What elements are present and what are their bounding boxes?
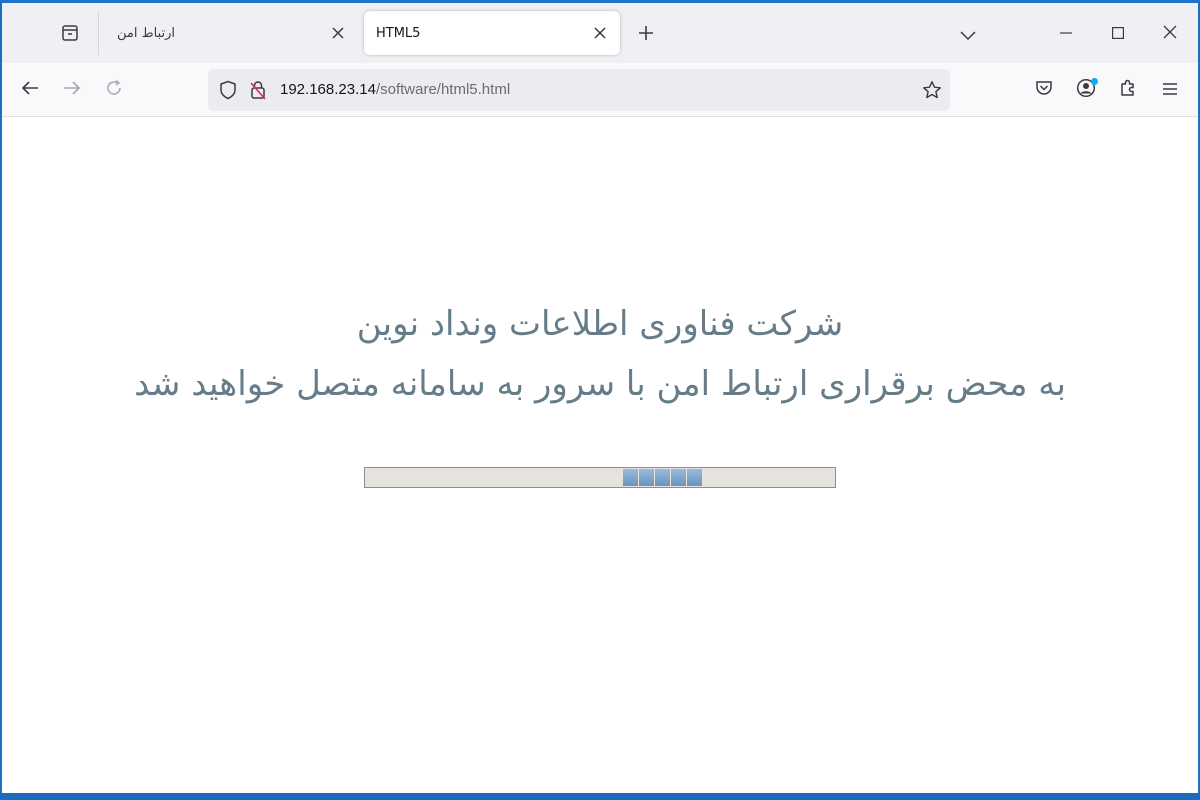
firefox-view-button[interactable] (54, 19, 86, 51)
reload-button[interactable] (98, 74, 130, 106)
tab-title: ارتباط امن (117, 25, 176, 41)
progress-chunk (623, 469, 638, 486)
pocket-icon (1035, 79, 1053, 101)
pocket-button[interactable] (1028, 74, 1060, 106)
taskbar-edge (0, 793, 1200, 800)
navigation-toolbar: 192.168.23.14/software/html5.html (2, 63, 1198, 117)
back-arrow-icon (21, 80, 39, 100)
minimize-button[interactable] (1046, 15, 1086, 51)
tab-title: HTML5 (376, 25, 421, 41)
close-icon (1163, 24, 1177, 43)
shield-icon[interactable] (218, 80, 238, 100)
chevron-down-icon (960, 26, 976, 45)
progress-chunk (687, 469, 702, 486)
tab-secure-connection[interactable]: ارتباط امن (98, 11, 358, 55)
maximize-icon (1112, 24, 1125, 43)
page-content: شرکت فناوری اطلاعات ونداد نوین به محض بر… (2, 118, 1198, 793)
progress-chunk (655, 469, 670, 486)
window-close-button[interactable] (1150, 15, 1190, 51)
progress-chunk (671, 469, 686, 486)
insecure-lock-icon[interactable] (248, 80, 268, 100)
company-name: شرکت فناوری اطلاعات ونداد نوین (356, 304, 844, 344)
forward-button[interactable] (56, 74, 88, 106)
connection-message: به محض برقراری ارتباط امن با سرور به سام… (134, 364, 1066, 404)
progress-chunk (639, 469, 654, 486)
tab-close-button[interactable] (588, 21, 612, 45)
maximize-button[interactable] (1098, 15, 1138, 51)
url-text[interactable]: 192.168.23.14/software/html5.html (280, 81, 510, 98)
extensions-button[interactable] (1112, 74, 1144, 106)
firefox-view-icon (61, 24, 79, 46)
close-icon (594, 24, 606, 43)
url-host: 192.168.23.14 (280, 81, 376, 98)
reload-icon (105, 79, 123, 101)
tab-html5[interactable]: HTML5 (364, 11, 620, 55)
new-tab-button[interactable] (632, 21, 660, 49)
tab-strip: ارتباط امن HTML5 (2, 3, 1198, 63)
address-bar[interactable]: 192.168.23.14/software/html5.html (208, 69, 950, 111)
back-button[interactable] (14, 74, 46, 106)
star-icon[interactable] (922, 80, 942, 100)
tab-close-button[interactable] (326, 21, 350, 45)
notification-dot (1091, 78, 1098, 85)
puzzle-icon (1118, 78, 1138, 102)
close-icon (332, 24, 344, 43)
forward-arrow-icon (63, 80, 81, 100)
browser-window: ارتباط امن HTML5 192.168.23.14/software/… (2, 3, 1198, 793)
loading-progress-bar (364, 467, 836, 488)
plus-icon (638, 25, 654, 45)
account-button[interactable] (1070, 74, 1102, 106)
app-menu-button[interactable] (1154, 74, 1186, 106)
minimize-icon (1060, 24, 1072, 43)
hamburger-menu-icon (1162, 81, 1178, 100)
url-path: /software/html5.html (375, 81, 511, 98)
list-all-tabs-button[interactable] (954, 21, 982, 49)
